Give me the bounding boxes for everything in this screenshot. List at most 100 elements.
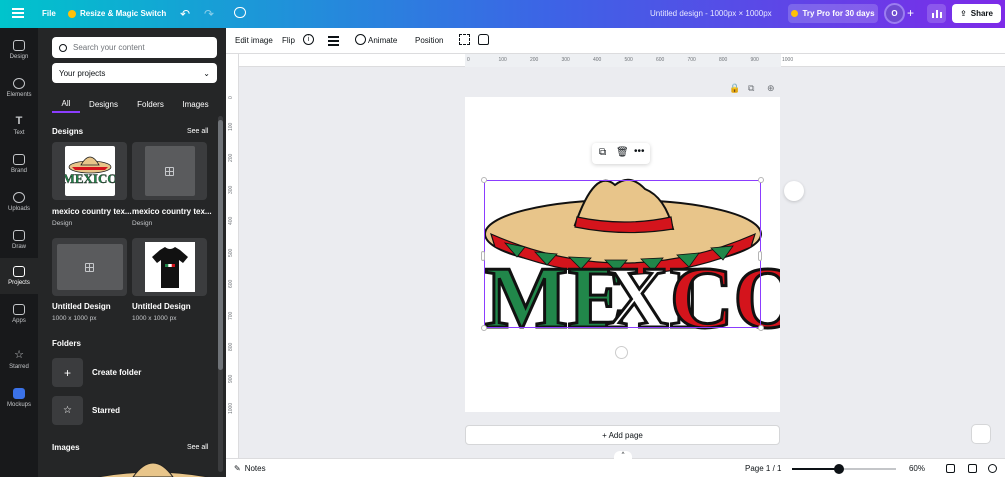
resize-handle[interactable]	[481, 177, 487, 183]
rail-item-draw[interactable]: Draw	[0, 222, 38, 258]
resize-handle[interactable]	[481, 325, 487, 331]
sombrero-image-thumbnail[interactable]	[98, 457, 208, 477]
help-icon[interactable]	[988, 464, 997, 473]
animate-button[interactable]: Animate	[368, 36, 397, 45]
rotate-icon[interactable]	[615, 346, 628, 359]
undo-icon[interactable]: ↶	[180, 7, 190, 21]
design-name[interactable]: Untitled Design	[52, 302, 132, 311]
images-see-all-link[interactable]: See all	[187, 444, 208, 451]
resize-handle-side[interactable]	[481, 251, 485, 261]
zoom-slider-handle[interactable]	[833, 464, 844, 474]
fullscreen-icon[interactable]	[968, 464, 977, 473]
rail-item-uploads[interactable]: Uploads	[0, 184, 38, 220]
resize-label: Resize & Magic Switch	[80, 9, 167, 18]
duplicate-icon[interactable]: ⧉	[599, 147, 606, 158]
share-icon: ⇪	[960, 9, 967, 18]
draw-icon	[13, 230, 25, 241]
design-sub: 1000 x 1000 px	[132, 315, 177, 322]
design-thumbnail[interactable]	[132, 238, 207, 296]
resize-handle[interactable]	[758, 177, 764, 183]
add-page-button[interactable]: + Add page	[465, 425, 780, 445]
folders-heading: Folders	[52, 339, 81, 348]
edit-image-button[interactable]: Edit image	[235, 36, 273, 45]
selection-box[interactable]	[484, 180, 761, 328]
rail-item-apps[interactable]: Apps	[0, 296, 38, 332]
design-sub: Design	[132, 220, 153, 227]
magic-assistant-icon[interactable]	[971, 424, 991, 444]
mockups-icon	[13, 388, 25, 399]
design-name[interactable]: mexico country tex...	[132, 207, 212, 216]
design-name[interactable]: Untitled Design	[132, 302, 212, 311]
tab-designs[interactable]: Designs	[80, 95, 127, 113]
ruler-tick-label: 700	[228, 311, 234, 320]
try-pro-button[interactable]: Try Pro for 30 days	[788, 4, 878, 23]
ruler-tick-label: 0	[467, 57, 470, 63]
uploads-icon	[13, 192, 25, 203]
create-folder-button[interactable]: + Create folder	[52, 358, 141, 387]
rail-item-text[interactable]: T Text	[0, 108, 38, 144]
images-heading: Images	[52, 443, 80, 452]
design-sub: 1000 x 1000 px	[52, 315, 97, 322]
cloud-save-icon[interactable]	[234, 7, 246, 18]
add-page-icon[interactable]: ⊕	[767, 83, 775, 94]
search-box[interactable]	[52, 37, 217, 58]
ruler-tick-label: 700	[687, 57, 696, 63]
avatar[interactable]: O	[884, 3, 905, 24]
more-icon[interactable]: •••	[634, 146, 645, 157]
file-menu-button[interactable]: File	[42, 9, 56, 18]
notes-button[interactable]: ✎ Notes	[234, 464, 266, 473]
ruler-tick-label: 400	[228, 216, 234, 225]
page-indicator[interactable]: Page 1 / 1	[745, 464, 781, 473]
animate-icon[interactable]	[355, 34, 366, 45]
design-thumbnail[interactable]	[132, 142, 207, 200]
share-button[interactable]: ⇪ Share	[952, 4, 1001, 23]
plus-icon: +	[52, 358, 83, 387]
chevron-up-icon[interactable]: ^	[614, 451, 632, 459]
ruler-tick-label: 800	[228, 342, 234, 351]
grid-view-icon[interactable]	[946, 464, 955, 473]
document-title[interactable]: Untitled design - 1000px × 1000px	[650, 9, 772, 18]
add-collaborator-icon[interactable]: +	[907, 6, 914, 20]
position-button[interactable]: Position	[415, 36, 443, 45]
rail-item-design[interactable]: Design	[0, 32, 38, 68]
zoom-level[interactable]: 60%	[900, 461, 934, 476]
designs-see-all-link[interactable]: See all	[187, 128, 208, 135]
design-name[interactable]: mexico country tex...	[52, 207, 132, 216]
redo-icon[interactable]: ↷	[204, 7, 214, 21]
rail-item-brand[interactable]: Brand	[0, 146, 38, 182]
tab-images[interactable]: Images	[174, 95, 217, 113]
ruler-tick-label: 200	[228, 153, 234, 162]
search-input[interactable]	[73, 43, 203, 52]
rail-item-mockups[interactable]: Mockups	[0, 380, 38, 416]
menu-icon[interactable]	[12, 8, 24, 18]
insights-button[interactable]	[927, 4, 946, 23]
lock-icon[interactable]	[478, 34, 489, 45]
rail-item-elements[interactable]: Elements	[0, 70, 38, 106]
hamburger-icon[interactable]	[328, 34, 339, 46]
resize-handle-side[interactable]	[758, 251, 762, 261]
rail-label: Design	[9, 54, 29, 60]
create-folder-label: Create folder	[92, 368, 142, 377]
design-sub: Design	[52, 220, 73, 227]
tab-folders[interactable]: Folders	[127, 95, 174, 113]
design-thumbnail[interactable]: MEXICO	[52, 142, 127, 200]
starred-folder[interactable]: ☆ Starred	[52, 396, 120, 425]
ruler-tick-label: 500	[228, 248, 234, 257]
trash-icon[interactable]: 🗑	[616, 147, 629, 158]
rail-item-projects[interactable]: Projects	[0, 258, 38, 294]
notes-icon: ✎	[234, 464, 241, 473]
resize-handle[interactable]	[758, 325, 764, 331]
brand-icon	[13, 154, 25, 165]
transparency-icon[interactable]	[459, 34, 470, 45]
flip-button[interactable]: Flip	[282, 36, 295, 45]
info-icon[interactable]: i	[303, 34, 314, 45]
resize-button[interactable]: Resize & Magic Switch	[68, 9, 166, 18]
tab-all[interactable]: All	[52, 95, 80, 113]
panel-scrollbar-thumb[interactable]	[218, 120, 223, 370]
rail-item-starred[interactable]: ☆ Starred	[0, 342, 38, 378]
lock-page-icon[interactable]: 🔒	[729, 83, 740, 94]
projects-select[interactable]: Your projects ⌄	[52, 63, 217, 83]
design-thumbnail[interactable]	[52, 238, 127, 296]
duplicate-page-icon[interactable]: ⧉	[748, 83, 754, 94]
regenerate-icon[interactable]	[784, 181, 804, 201]
